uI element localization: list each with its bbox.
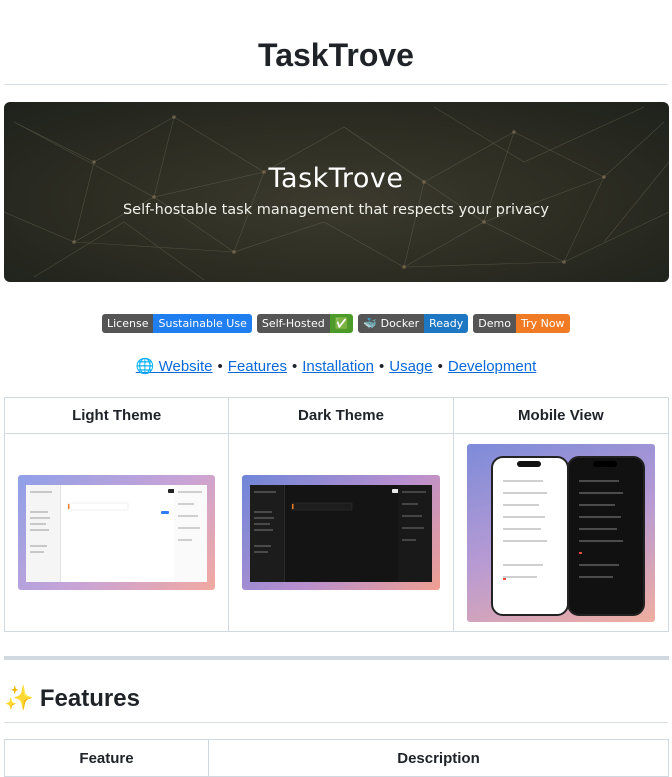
installation-link[interactable]: Installation xyxy=(302,358,374,375)
feature-column-header: Feature xyxy=(4,739,209,777)
features-link[interactable]: Features xyxy=(228,358,287,375)
self-hosted-badge[interactable]: Self-Hosted ✅ xyxy=(256,314,354,333)
usage-link[interactable]: Usage xyxy=(389,358,432,375)
nav-links: 🌐 Website • Features • Installation • Usage • De… xyxy=(0,357,672,377)
badge-value: ✅ xyxy=(329,314,354,333)
link-separator: • xyxy=(378,358,385,375)
light-app-mockup xyxy=(26,485,208,582)
dark-app-mockup xyxy=(249,485,432,582)
dark-phone xyxy=(566,455,645,616)
features-heading-divider xyxy=(4,722,668,723)
development-link[interactable]: Development xyxy=(448,358,536,375)
description-column-header: Description xyxy=(208,739,669,777)
banner-title: TaskTrove xyxy=(268,163,404,194)
link-separator: • xyxy=(291,358,298,375)
features-heading: ✨ Features xyxy=(4,684,140,714)
badge-value: Ready xyxy=(424,314,469,333)
section-divider xyxy=(4,656,669,660)
website-link[interactable]: 🌐 Website xyxy=(136,358,213,375)
mobile-view-header: Mobile View xyxy=(452,397,670,434)
banner-subtitle: Self-hostable task management that respe… xyxy=(122,202,550,218)
link-separator: • xyxy=(437,358,443,375)
light-theme-header: Light Theme xyxy=(3,397,230,434)
dark-theme-header: Dark Theme xyxy=(228,397,454,434)
badge-label: License xyxy=(102,314,154,333)
badge-row: License Sustainable Use Self-Hosted ✅ 🐳 … xyxy=(102,314,570,333)
title-divider xyxy=(4,84,668,85)
dark-phone-mockup xyxy=(578,460,623,578)
link-separator: • xyxy=(217,358,223,375)
page-title: TaskTrove xyxy=(258,37,414,73)
light-theme-screenshot[interactable] xyxy=(18,475,216,590)
dark-theme-screenshot[interactable] xyxy=(241,475,440,590)
light-phone-mockup xyxy=(502,460,547,580)
docker-badge[interactable]: 🐳 Docker Ready xyxy=(358,314,469,333)
features-table: Feature Description xyxy=(4,739,669,777)
mobile-view-screenshot[interactable] xyxy=(466,443,655,622)
features-heading-text: Features xyxy=(39,685,140,712)
badge-label: Demo xyxy=(473,314,516,333)
dark-theme-cell xyxy=(228,433,454,632)
sparkles-icon: ✨ xyxy=(4,685,34,712)
light-phone xyxy=(490,455,569,616)
mobile-view-cell xyxy=(452,433,670,632)
badge-label: 🐳 Docker xyxy=(358,314,425,333)
screenshots-table: Light Theme Dark Theme Mobile View xyxy=(3,397,670,632)
demo-badge[interactable]: Demo Try Now xyxy=(473,314,570,333)
light-app-window xyxy=(26,485,208,582)
dark-app-window xyxy=(249,485,432,582)
badge-label: Self-Hosted xyxy=(256,314,330,333)
light-theme-cell xyxy=(3,433,230,632)
badge-value: Sustainable Use xyxy=(153,314,252,333)
license-badge[interactable]: License Sustainable Use xyxy=(102,314,252,333)
badge-value: Try Now xyxy=(515,314,570,333)
